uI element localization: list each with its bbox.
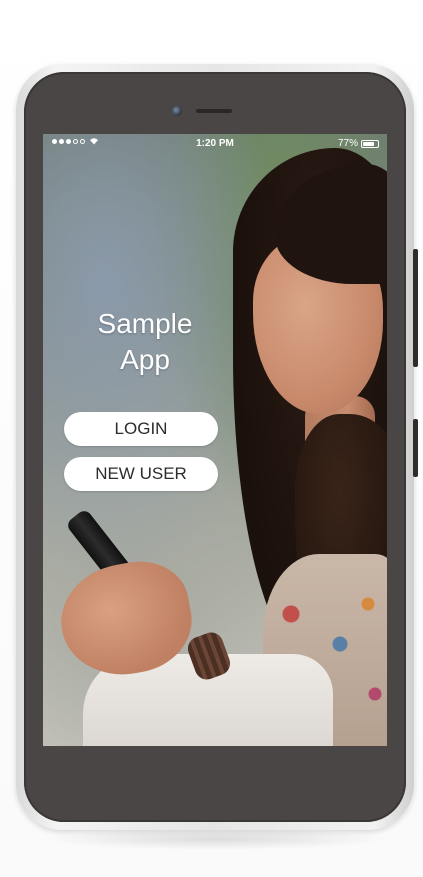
battery-fill [363, 141, 374, 146]
app-title-line2: App [120, 344, 170, 375]
app-title-line1: Sample [97, 308, 193, 339]
phone-shadow [40, 828, 390, 850]
phone-frame: 1:20 PM 77% Sample App LOGIN NEW USER [16, 64, 418, 830]
battery-indicator: 77% [338, 138, 379, 149]
phone-bezel: 1:20 PM 77% Sample App LOGIN NEW USER [24, 72, 406, 822]
login-button[interactable]: LOGIN [64, 412, 218, 446]
status-time: 1:20 PM [196, 138, 234, 149]
front-camera-icon [172, 106, 182, 116]
earpiece-speaker [196, 109, 232, 113]
power-button [413, 419, 418, 477]
app-title: Sample App [85, 306, 205, 378]
battery-icon [361, 139, 379, 148]
status-bar: 1:20 PM 77% [43, 134, 387, 152]
device-mockup-stage: 1:20 PM 77% Sample App LOGIN NEW USER [0, 0, 423, 877]
new-user-button[interactable]: NEW USER [64, 457, 218, 491]
volume-button [413, 249, 418, 367]
battery-percent: 77% [337, 138, 358, 149]
app-screen: 1:20 PM 77% Sample App LOGIN NEW USER [43, 134, 387, 746]
